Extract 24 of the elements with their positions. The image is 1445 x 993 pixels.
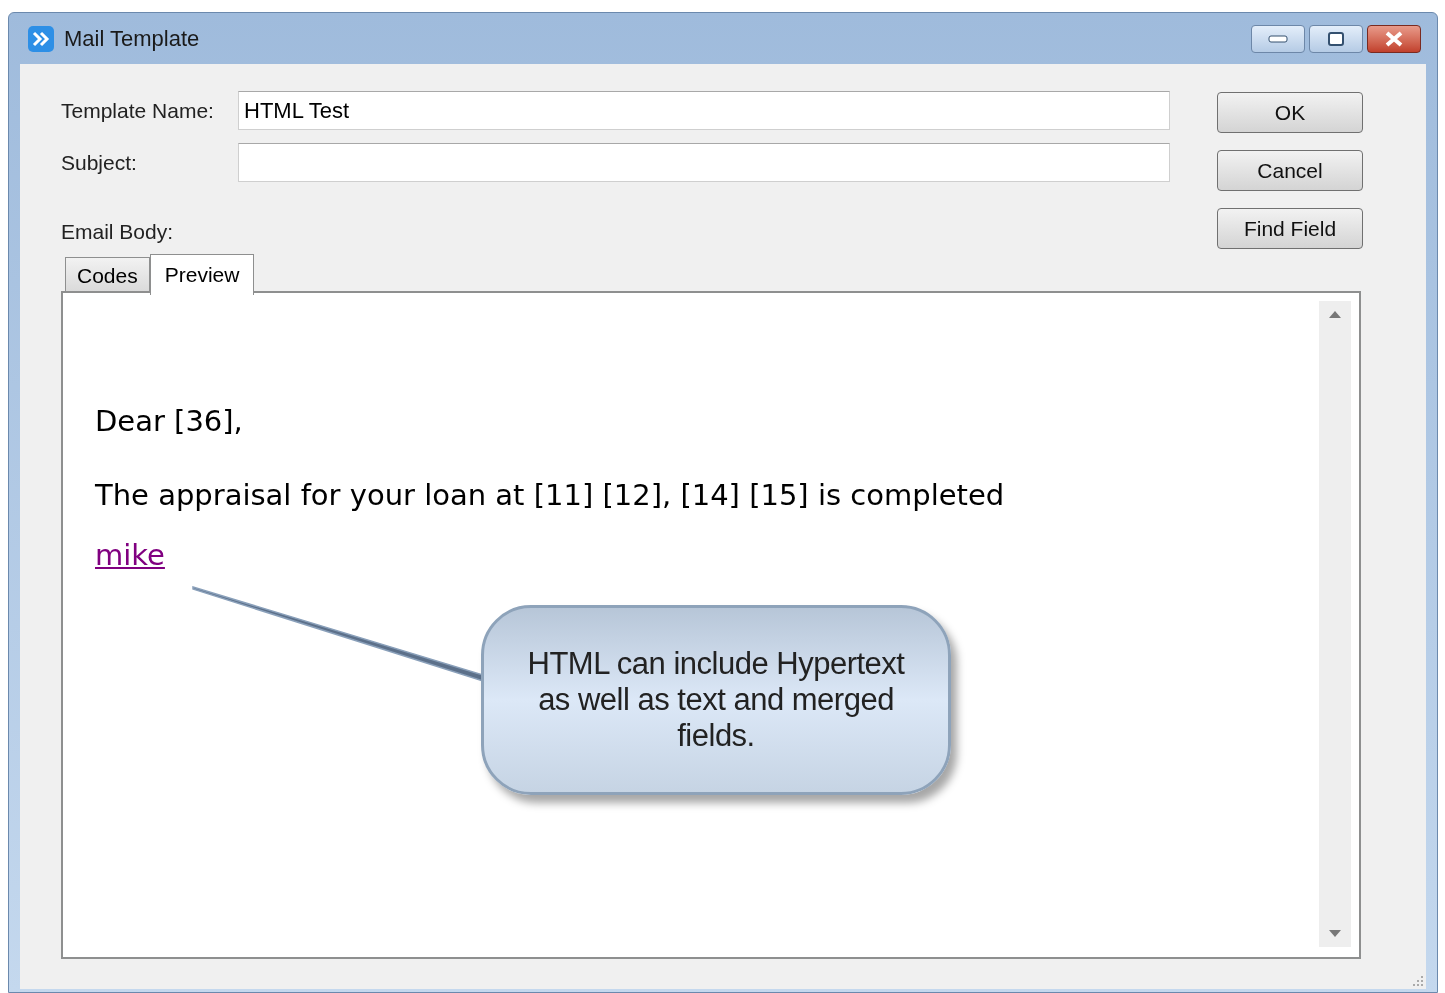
callout-text: HTML can include Hypertext as well as text and merged fields. bbox=[526, 646, 906, 754]
field-label: Subject: bbox=[61, 149, 138, 176]
maximize-icon bbox=[1328, 31, 1344, 46]
dialog-button[interactable]: Find Field bbox=[1217, 208, 1363, 249]
field-label: Template Name: bbox=[61, 97, 215, 124]
body-paragraph: The appraisal for your loan at [11] [12], [14] [15] is completed bbox=[95, 477, 1005, 514]
text-field[interactable]: HTML Test bbox=[238, 91, 1170, 130]
close-button[interactable] bbox=[1367, 24, 1421, 53]
minimize-button[interactable] bbox=[1251, 24, 1305, 53]
up-arrow-icon[interactable] bbox=[1329, 311, 1341, 318]
window-title: Mail Template bbox=[64, 25, 200, 53]
double-chevron-icon bbox=[27, 24, 55, 53]
dialog-button[interactable]: OK bbox=[1217, 92, 1363, 133]
tab[interactable]: Codes bbox=[65, 257, 150, 293]
email-body-label: Email Body: bbox=[61, 219, 174, 245]
minimize-icon bbox=[1268, 34, 1288, 43]
resize-grip-icon[interactable] bbox=[1412, 975, 1424, 987]
dialog-button[interactable]: Cancel bbox=[1217, 150, 1363, 191]
body-paragraph: Dear [36], bbox=[95, 403, 243, 440]
down-arrow-icon[interactable] bbox=[1329, 930, 1341, 937]
maximize-button[interactable] bbox=[1309, 24, 1363, 53]
hyperlink[interactable]: mike bbox=[95, 535, 165, 575]
tab[interactable]: Preview bbox=[149, 254, 255, 295]
close-icon bbox=[1384, 30, 1404, 47]
